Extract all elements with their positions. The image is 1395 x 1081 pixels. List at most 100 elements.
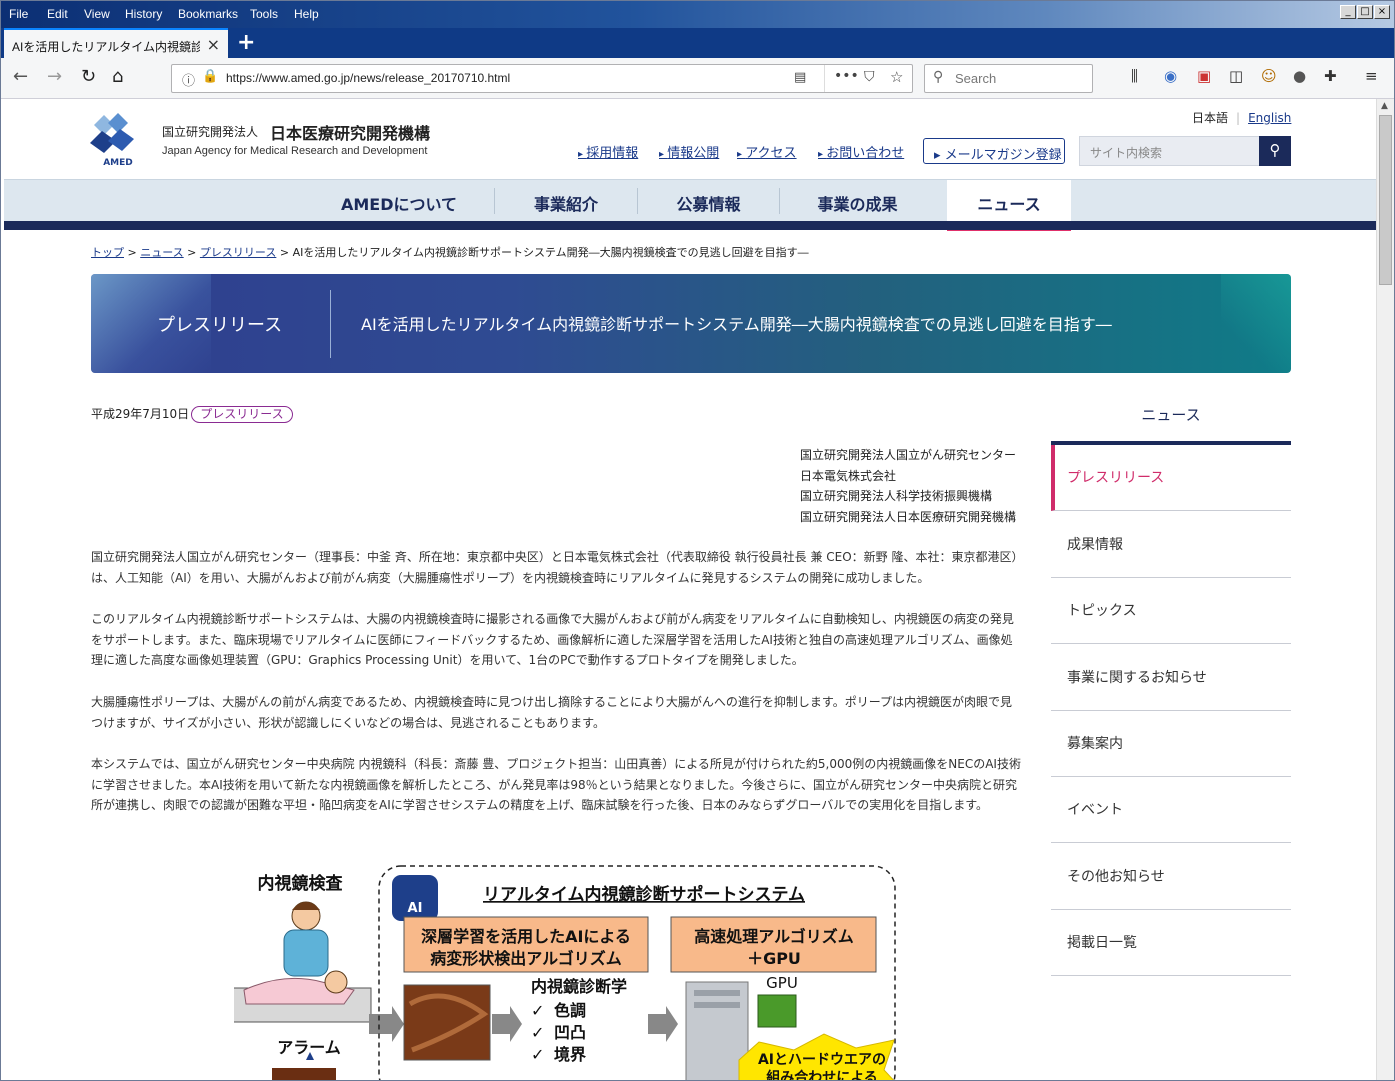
scroll-up-icon[interactable]: ▲: [1381, 101, 1388, 111]
menu-view[interactable]: View: [84, 7, 110, 21]
fig-diag-item: 境界: [554, 1045, 586, 1064]
mail-magazine-button[interactable]: ▸ メールマガジン登録: [923, 138, 1065, 164]
home-icon[interactable]: ⌂: [112, 66, 123, 87]
lang-english-link[interactable]: English: [1248, 111, 1291, 125]
org-name-english: Japan Agency for Medical Research and De…: [162, 145, 428, 157]
nav-calls[interactable]: 公募情報: [638, 180, 779, 222]
forward-icon[interactable]: →: [47, 66, 62, 87]
sidebar-item-topics[interactable]: トピックス: [1051, 578, 1291, 644]
menu-bookmarks[interactable]: Bookmarks: [178, 7, 238, 21]
back-icon[interactable]: ←: [13, 66, 28, 87]
browser-tab[interactable]: AIを活用したリアルタイム内視鏡診断サ ×: [4, 28, 228, 58]
nav-news[interactable]: ニュース: [947, 180, 1071, 231]
menu-help[interactable]: Help: [294, 7, 319, 21]
tab-close-icon[interactable]: ×: [207, 35, 220, 54]
url-text[interactable]: https://www.amed.go.jp/news/release_2017…: [226, 71, 510, 85]
server-bay: [694, 1002, 740, 1008]
fig-burst-line2: 組み合わせによる: [766, 1069, 878, 1081]
library-icon[interactable]: ⫼: [1131, 67, 1138, 85]
banner-decoration: [1221, 274, 1291, 373]
language-switcher: 日本語 | English: [1192, 111, 1292, 125]
reader-view-icon[interactable]: ▤: [794, 70, 806, 85]
fig-diag-item: 凹凸: [554, 1023, 586, 1042]
site-header: AMED 国立研究開発法人 日本医療研究開発機構 Japan Agency fo…: [4, 99, 1376, 179]
site-search-button-icon[interactable]: ⚲: [1259, 136, 1291, 166]
nav-results[interactable]: 事業の成果: [780, 180, 935, 222]
maximize-button[interactable]: □: [1357, 5, 1373, 19]
menu-history[interactable]: History: [125, 7, 162, 21]
org-line: 日本電気株式会社: [800, 468, 897, 483]
pocket-icon[interactable]: ⛉: [864, 69, 875, 85]
url-bar[interactable]: ⓘ 🔒 https://www.amed.go.jp/news/release_…: [171, 64, 913, 93]
breadcrumb-news[interactable]: ニュース: [140, 246, 183, 259]
breadcrumb-press[interactable]: プレスリリース: [200, 246, 276, 259]
sidebar-item-recruitment[interactable]: 募集案内: [1051, 711, 1291, 777]
article-paragraph: 大腸腫瘍性ポリープは、大腸がんの前がん病変であるため、内視鏡検査時に見つけ出し摘…: [91, 695, 1013, 730]
nav-about-amed[interactable]: AMEDについて: [319, 180, 479, 222]
lang-japanese[interactable]: 日本語: [1192, 111, 1228, 125]
article-paragraph: 本システムでは、国立がん研究センター中央病院 内視鏡科（科長：斎藤 豊、プロジェ…: [91, 757, 1021, 812]
sidebar-title: ニュース: [1141, 406, 1201, 424]
site-search-placeholder: サイト内検索: [1090, 146, 1163, 160]
page-actions-icon[interactable]: •••: [834, 68, 859, 84]
link-disclosure[interactable]: 情報公開: [659, 142, 719, 161]
flow-arrow-icon: [492, 1006, 522, 1042]
server-bay: [694, 990, 740, 996]
browser-search-bar[interactable]: ⚲ Search: [924, 64, 1093, 93]
menu-file[interactable]: File: [9, 7, 28, 21]
sidebar-item-program-notices[interactable]: 事業に関するお知らせ: [1051, 645, 1291, 711]
link-recruit[interactable]: 採用情報: [578, 142, 638, 161]
sidebar-item-date-list[interactable]: 掲載日一覧: [1051, 910, 1291, 976]
sidebar-item-events[interactable]: イベント: [1051, 777, 1291, 843]
tab-bar: AIを活用したリアルタイム内視鏡診断サ × +: [1, 28, 1394, 58]
fig-burst-line1: AIとハードウエアの: [758, 1052, 886, 1068]
tab-title: AIを活用したリアルタイム内視鏡診断サ: [12, 40, 200, 54]
extension-globe-icon[interactable]: ◉: [1164, 67, 1177, 85]
breadcrumb-top[interactable]: トップ: [91, 246, 124, 259]
extension-clipboard-icon[interactable]: ▣: [1197, 67, 1211, 85]
page-scrollbar[interactable]: ▲: [1376, 99, 1394, 1080]
fig-box2-line1: 高速処理アルゴリズム: [694, 927, 854, 946]
fig-left-title: 内視鏡検査: [258, 873, 344, 894]
fig-system-title: リアルタイム内視鏡診断サポートシステム: [483, 884, 805, 905]
sidebar-item-other-notices[interactable]: その他お知らせ: [1051, 844, 1291, 910]
link-access[interactable]: アクセス: [737, 142, 796, 161]
amed-logo-icon[interactable]: AMED: [90, 111, 146, 167]
doctor-body-icon: [283, 929, 329, 977]
nav-programs[interactable]: 事業紹介: [495, 180, 637, 222]
browser-window: File Edit View History Bookmarks Tools H…: [0, 0, 1395, 1081]
fig-gpu-label: GPU: [766, 974, 798, 992]
article-paragraph: 国立研究開発法人国立がん研究センター（理事長：中釜 斉、所在地：東京都中央区）と…: [91, 550, 1018, 585]
reload-icon[interactable]: ↻: [81, 66, 96, 87]
sidebar-item-press-release[interactable]: プレスリリース: [1051, 445, 1291, 511]
fig-diag-title: 内視鏡診断学: [531, 977, 627, 996]
hamburger-menu-icon[interactable]: ≡: [1365, 67, 1378, 85]
nav-news-label: ニュース: [977, 195, 1041, 214]
scrollbar-thumb[interactable]: [1379, 115, 1392, 285]
info-icon[interactable]: ⓘ: [182, 70, 195, 89]
link-contact[interactable]: お問い合わせ: [818, 142, 904, 161]
menu-bar: File Edit View History Bookmarks Tools H…: [1, 1, 1394, 28]
sidebar-toggle-icon[interactable]: ◫: [1229, 67, 1243, 85]
mail-magazine-label: メールマガジン登録: [944, 148, 1062, 163]
fig-box2-line2: ＋GPU: [747, 949, 801, 968]
sidebar-item-results[interactable]: 成果情報: [1051, 512, 1291, 578]
fig-check-icon: ✓: [531, 1023, 544, 1042]
fig-box1-line1: 深層学習を活用したAIによる: [421, 927, 631, 946]
menu-edit[interactable]: Edit: [47, 7, 68, 21]
page-banner: プレスリリース AIを活用したリアルタイム内視鏡診断サポートシステム開発―大腸内…: [91, 274, 1291, 373]
breadcrumb: トップ > ニュース > プレスリリース > AIを活用したリアルタイム内視鏡診…: [91, 246, 809, 259]
category-badge[interactable]: プレスリリース: [191, 406, 293, 423]
extensions-puzzle-icon[interactable]: ✚: [1324, 67, 1337, 85]
close-window-button[interactable]: ×: [1374, 5, 1390, 19]
minimize-button[interactable]: _: [1340, 5, 1356, 19]
menu-tools[interactable]: Tools: [250, 7, 278, 21]
article-paragraph: このリアルタイム内視鏡診断サポートシステムは、大腸の内視鏡検査時に撮影される画像…: [91, 612, 1014, 667]
extension-balls-icon[interactable]: ●: [1293, 67, 1306, 85]
flow-arrow-icon: [369, 1006, 404, 1042]
bookmark-star-icon[interactable]: ☆: [890, 68, 903, 86]
extension-face-icon[interactable]: ☺: [1261, 67, 1277, 85]
fig-diag-item: 色調: [554, 1001, 586, 1020]
new-tab-icon[interactable]: +: [237, 30, 255, 55]
site-search-input[interactable]: サイト内検索 ⚲: [1079, 136, 1291, 166]
